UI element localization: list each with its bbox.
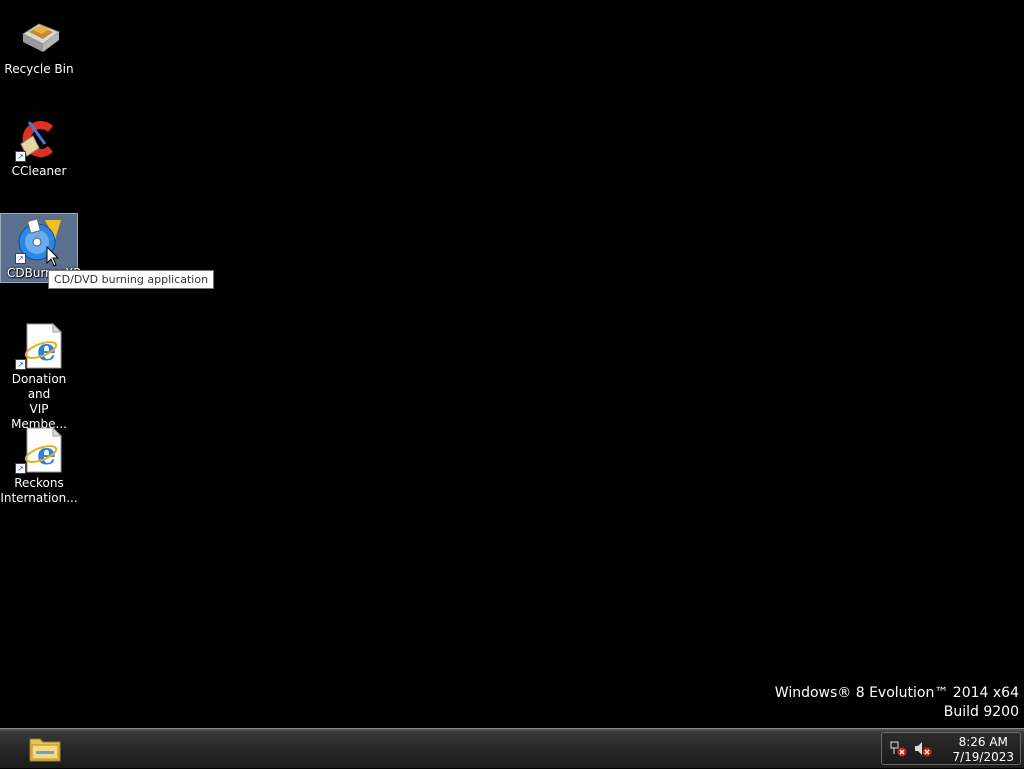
network-disconnected-icon[interactable]	[890, 741, 908, 757]
recycle-bin-icon	[15, 12, 63, 60]
shortcut-arrow-icon: ↗	[15, 151, 26, 162]
os-watermark: Windows® 8 Evolution™ 2014 x64 Build 920…	[775, 684, 1019, 722]
desktop-icon-label: Donation and VIP Membe...	[11, 372, 67, 431]
clock-time: 8:26 AM	[958, 735, 1008, 749]
volume-muted-icon[interactable]	[914, 741, 932, 757]
mouse-cursor-icon	[46, 246, 60, 267]
desktop-icon-reckons-international[interactable]: e ↗ Reckons Internation...	[0, 424, 78, 506]
taskbar: 8:26 AM 7/19/2023	[0, 728, 1024, 768]
internet-explorer-icon: e ↗	[15, 322, 63, 370]
desktop-icon-recycle-bin[interactable]: Recycle Bin	[0, 10, 78, 77]
watermark-build: Build 9200	[943, 704, 1019, 720]
desktop-icon-label: CCleaner	[11, 164, 67, 178]
tooltip: CD/DVD burning application	[48, 270, 215, 289]
watermark-edition: Windows® 8 Evolution™ 2014 x64	[774, 685, 1019, 701]
desktop[interactable]: Recycle Bin ↗ CCleaner ↗ CDBurnerXP e ↗ …	[0, 0, 1024, 728]
clock[interactable]: 8:26 AM 7/19/2023	[952, 735, 1014, 765]
file-explorer-icon	[29, 738, 61, 762]
clock-date: 7/19/2023	[952, 750, 1014, 764]
desktop-icon-ccleaner[interactable]: ↗ CCleaner	[0, 112, 78, 179]
taskbar-file-explorer-button[interactable]	[26, 733, 66, 765]
shortcut-arrow-icon: ↗	[15, 359, 26, 370]
notification-area: 8:26 AM 7/19/2023	[881, 732, 1021, 765]
ccleaner-icon: ↗	[15, 114, 63, 162]
desktop-icon-donation-vip[interactable]: e ↗ Donation and VIP Membe...	[0, 320, 78, 432]
shortcut-arrow-icon: ↗	[15, 463, 26, 474]
internet-explorer-icon: e ↗	[15, 426, 63, 474]
shortcut-arrow-icon: ↗	[15, 253, 26, 264]
desktop-icon-label: Recycle Bin	[4, 62, 74, 76]
desktop-icon-label: Reckons Internation...	[0, 476, 78, 505]
